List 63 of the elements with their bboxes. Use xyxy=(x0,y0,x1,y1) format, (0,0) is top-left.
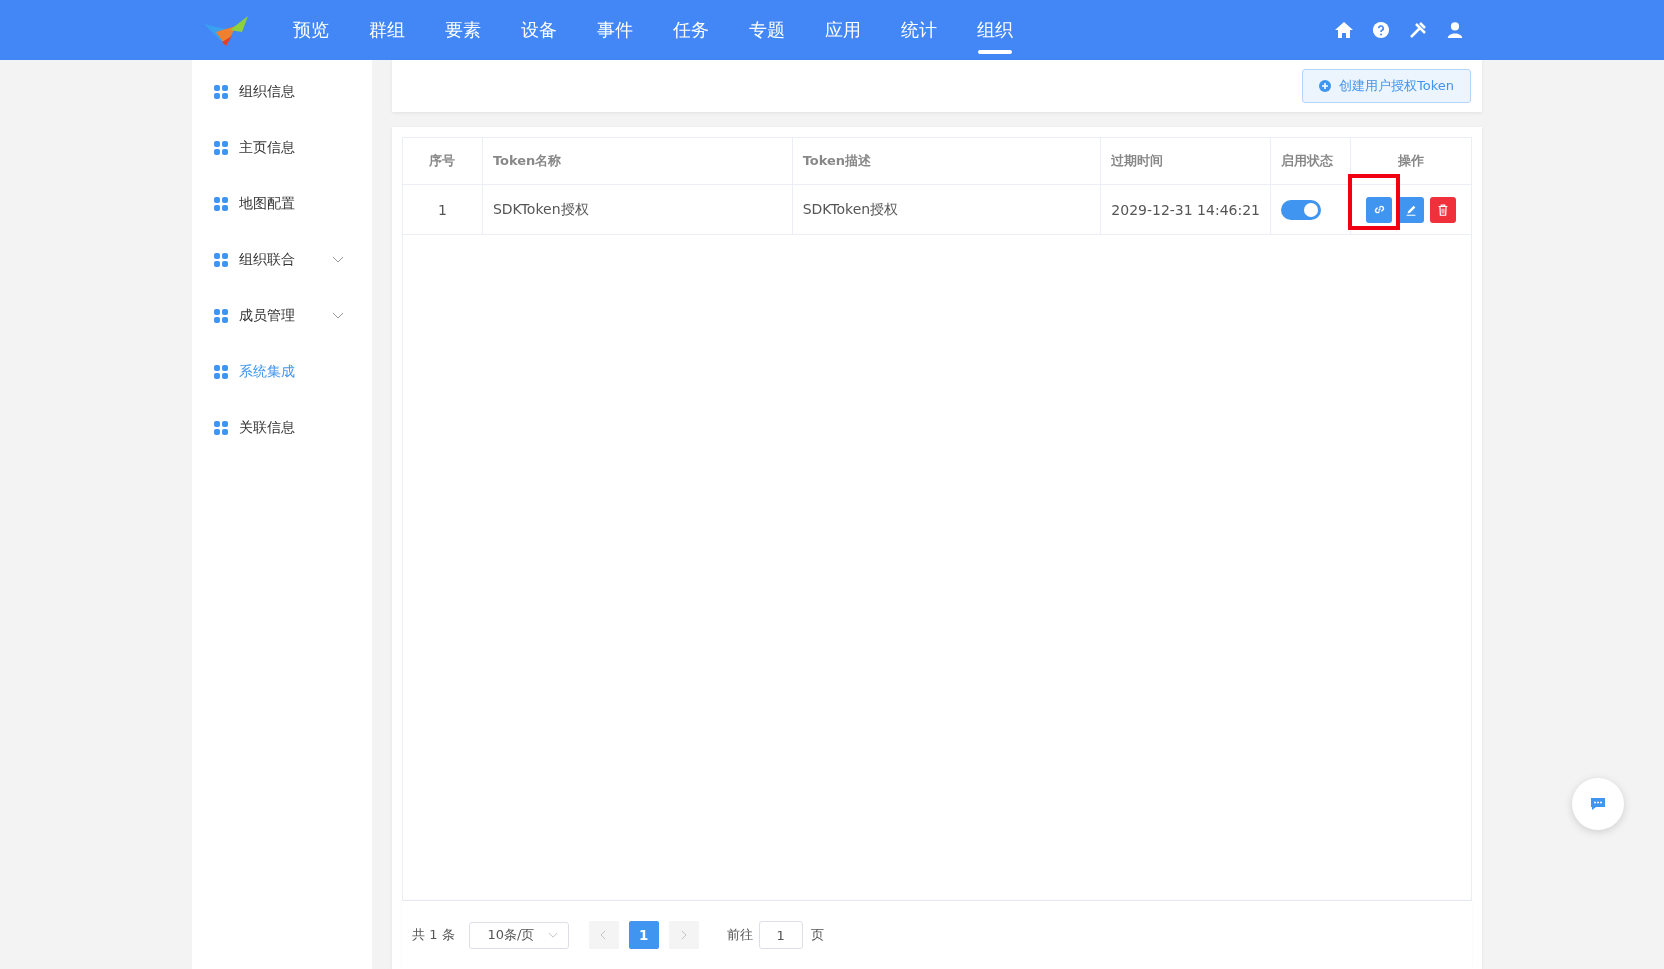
user-icon[interactable] xyxy=(1446,20,1464,40)
page-suffix: 页 xyxy=(810,926,824,944)
nav-tab[interactable]: 应用 xyxy=(806,0,880,60)
grid-icon xyxy=(214,309,228,323)
nav-tab[interactable]: 设备 xyxy=(502,0,576,60)
sidebar-label: 组织信息 xyxy=(239,83,295,101)
column-header: 启用状态 xyxy=(1271,138,1352,184)
sidebar-label: 成员管理 xyxy=(239,307,295,325)
table-cell: SDKToken授权 xyxy=(792,185,1102,234)
column-header: 序号 xyxy=(403,138,483,184)
column-header: Token描述 xyxy=(792,138,1102,184)
sidebar-label: 系统集成 xyxy=(239,363,295,381)
page-button[interactable]: 1 xyxy=(628,921,659,949)
sidebar-label: 组织联合 xyxy=(239,251,295,269)
chat-button[interactable] xyxy=(1572,778,1624,830)
sidebar-label: 关联信息 xyxy=(239,419,295,437)
create-token-label: 创建用户授权Token xyxy=(1339,77,1454,95)
tools-icon[interactable] xyxy=(1408,20,1428,40)
sidebar-item[interactable]: 地图配置 xyxy=(192,176,372,232)
grid-icon xyxy=(214,197,228,211)
nav-tab[interactable]: 要素 xyxy=(426,0,500,60)
edit-button[interactable] xyxy=(1398,196,1425,223)
chevron-left-icon xyxy=(600,930,608,940)
help-icon[interactable] xyxy=(1372,21,1390,39)
nav-tab[interactable]: 群组 xyxy=(350,0,424,60)
nav-tab[interactable]: 事件 xyxy=(578,0,652,60)
plus-circle-icon xyxy=(1319,80,1331,92)
grid-icon xyxy=(214,421,228,435)
sidebar-label: 主页信息 xyxy=(239,139,295,157)
goto-page-field[interactable]: 1 xyxy=(758,921,803,949)
table-cell: 1 xyxy=(403,185,483,234)
sidebar-item[interactable]: 关联信息 xyxy=(192,400,372,456)
page-size-select[interactable]: 10条/页 xyxy=(468,921,569,949)
table-cell: 2029-12-31 14:46:21 xyxy=(1101,185,1272,234)
sidebar-item[interactable]: 组织信息 xyxy=(192,64,372,120)
sidebar-item[interactable]: 主页信息 xyxy=(192,120,372,176)
home-icon[interactable] xyxy=(1334,20,1354,40)
chevron-down-icon xyxy=(547,931,558,939)
nav-tab[interactable]: 预览 xyxy=(274,0,348,60)
sidebar-label: 地图配置 xyxy=(239,195,295,213)
nav-tab[interactable]: 任务 xyxy=(654,0,728,60)
grid-icon xyxy=(214,365,228,379)
nav-tab[interactable]: 统计 xyxy=(882,0,956,60)
highlight-frame xyxy=(1348,173,1401,230)
toggle-switch[interactable] xyxy=(1281,199,1322,220)
column-header: 操作 xyxy=(1397,152,1426,170)
column-header: 过期时间 xyxy=(1101,138,1272,184)
create-token-button[interactable]: 创建用户授权Token xyxy=(1302,69,1471,103)
grid-icon xyxy=(214,141,228,155)
sidebar-item[interactable]: 系统集成 xyxy=(192,344,372,400)
column-header: Token名称 xyxy=(482,138,793,184)
sidebar-item[interactable]: 成员管理 xyxy=(192,288,372,344)
chevron-right-icon xyxy=(680,930,688,940)
total-count: 共 1 条 xyxy=(412,926,455,944)
grid-icon xyxy=(214,253,228,267)
goto-label: 前往 xyxy=(726,926,753,944)
grid-icon xyxy=(214,85,228,99)
link-button[interactable] xyxy=(1366,196,1393,223)
nav-tab[interactable]: 组织 xyxy=(958,0,1032,60)
nav-tab[interactable]: 专题 xyxy=(730,0,804,60)
table-cell: SDKToken授权 xyxy=(482,185,793,234)
sidebar-item[interactable]: 组织联合 xyxy=(192,232,372,288)
delete-button[interactable] xyxy=(1430,196,1457,223)
